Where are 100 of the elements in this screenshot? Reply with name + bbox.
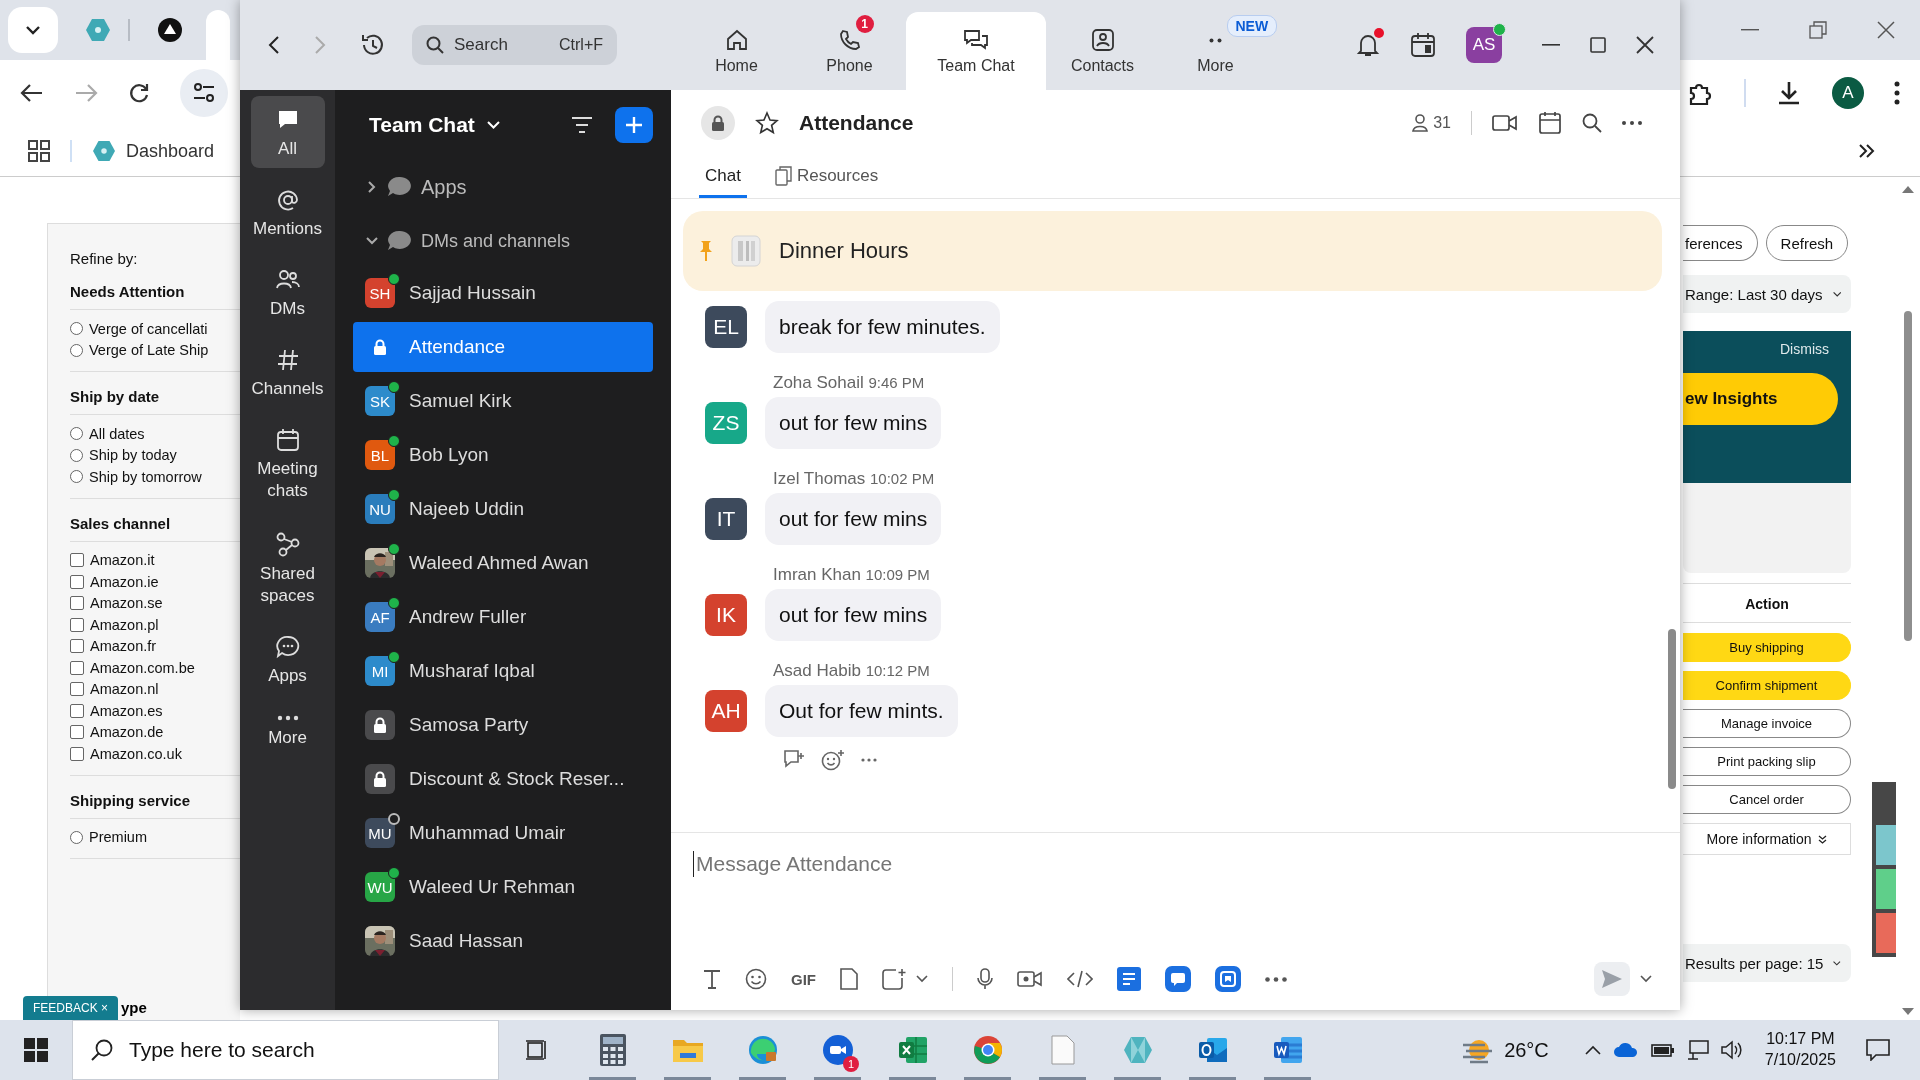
history-icon[interactable] bbox=[360, 32, 386, 58]
calculator-icon[interactable] bbox=[599, 1034, 626, 1066]
star-icon[interactable] bbox=[755, 111, 779, 135]
filter-option[interactable]: Amazon.co.uk bbox=[70, 743, 240, 765]
profile-avatar[interactable]: A bbox=[1832, 77, 1864, 109]
conversation-item[interactable]: SK Samuel Kirk bbox=[353, 376, 653, 426]
search-input[interactable]: Search bbox=[452, 34, 536, 56]
menu-icon[interactable] bbox=[1894, 81, 1900, 105]
results-per-page-dropdown[interactable]: Results per page: 15 bbox=[1683, 944, 1851, 982]
filter-option[interactable]: Amazon.ie bbox=[70, 571, 240, 593]
screenshot-icon[interactable] bbox=[882, 968, 906, 990]
action-button[interactable]: Confirm shipment bbox=[1683, 671, 1851, 700]
conversation-item[interactable]: MI Musharaf Iqbal bbox=[353, 646, 653, 696]
calendar-icon[interactable] bbox=[1538, 111, 1562, 135]
windows-start-icon[interactable] bbox=[24, 1038, 48, 1062]
filter-option[interactable]: Amazon.pl bbox=[70, 614, 240, 636]
file-icon[interactable] bbox=[840, 968, 858, 990]
conversation-item[interactable]: AF Andrew Fuller bbox=[353, 592, 653, 642]
action-button[interactable]: More information bbox=[1683, 823, 1851, 855]
site-settings-button[interactable] bbox=[180, 69, 228, 117]
caret-icon[interactable] bbox=[1640, 975, 1652, 983]
more-icon[interactable] bbox=[1622, 121, 1642, 125]
folder-icon[interactable] bbox=[671, 1037, 704, 1063]
conversation-item[interactable]: Discount & Stock Reser... bbox=[353, 754, 653, 804]
action-button[interactable]: Cancel order bbox=[1683, 785, 1851, 814]
apps-grid-icon[interactable] bbox=[28, 140, 50, 162]
cloud-icon[interactable] bbox=[1612, 1042, 1639, 1058]
notes-app-icon[interactable] bbox=[1117, 967, 1141, 991]
rail-item[interactable]: Meeting chats bbox=[250, 416, 325, 511]
conversation-item[interactable]: Saad Hassan bbox=[353, 916, 653, 966]
conversation-item[interactable]: WU Waleed Ur Rehman bbox=[353, 862, 653, 912]
rail-item[interactable]: DMs bbox=[250, 256, 325, 329]
filter-option[interactable]: Amazon.de bbox=[70, 721, 240, 743]
section-header[interactable]: DMs and channels bbox=[353, 214, 653, 268]
conversation-tab[interactable]: Resources bbox=[768, 156, 885, 198]
toolbar-button[interactable]: Refresh bbox=[1765, 225, 1849, 261]
filter-option[interactable]: Premium bbox=[70, 826, 240, 848]
new-chat-button[interactable] bbox=[615, 107, 653, 143]
conversation-item[interactable]: SH Sajjad Hussain bbox=[353, 268, 653, 318]
taskbar-search-field[interactable]: Type here to search bbox=[72, 1020, 499, 1080]
more-icon[interactable] bbox=[1265, 976, 1287, 982]
scrollbar-thumb[interactable] bbox=[1904, 311, 1912, 641]
conversation-item[interactable]: Samosa Party bbox=[353, 700, 653, 750]
back-icon[interactable] bbox=[20, 83, 44, 103]
bookmark-link[interactable]: Dashboard bbox=[92, 140, 215, 162]
filter-option[interactable]: Verge of Late Ship bbox=[70, 339, 240, 361]
notification-icon[interactable] bbox=[1866, 1039, 1890, 1061]
video-icon[interactable] bbox=[1492, 114, 1518, 132]
rail-item[interactable]: All bbox=[250, 96, 325, 169]
filter-option[interactable]: Amazon.com.be bbox=[70, 657, 240, 679]
action-button[interactable]: Print packing slip bbox=[1683, 747, 1851, 776]
members-button[interactable]: 31 bbox=[1412, 114, 1451, 132]
section-header[interactable]: Apps bbox=[353, 160, 653, 214]
minimize-button[interactable] bbox=[1542, 44, 1560, 46]
filter-option[interactable]: Amazon.es bbox=[70, 700, 240, 722]
date-range-dropdown[interactable]: Range: Last 30 days bbox=[1683, 275, 1851, 313]
insights-button[interactable]: ew Insights bbox=[1683, 373, 1838, 425]
filter-option[interactable]: Amazon.fr bbox=[70, 635, 240, 657]
maximize-button[interactable] bbox=[1590, 37, 1606, 53]
caret-icon[interactable] bbox=[916, 975, 928, 983]
more-icon[interactable] bbox=[861, 758, 877, 762]
scrollbar-thumb[interactable] bbox=[1668, 629, 1676, 789]
video-clip-icon[interactable] bbox=[1017, 970, 1043, 988]
battery-icon[interactable] bbox=[1650, 1042, 1675, 1058]
toolbar-button[interactable]: ferences bbox=[1683, 225, 1758, 261]
filter-icon[interactable] bbox=[571, 116, 593, 134]
conversation-item[interactable]: NU Najeeb Uddin bbox=[353, 484, 653, 534]
nav-tab[interactable]: Team Chat bbox=[906, 12, 1046, 90]
conversation-item[interactable]: BL Bob Lyon bbox=[353, 430, 653, 480]
rail-item[interactable]: More bbox=[250, 702, 325, 757]
nav-tab[interactable]: Contacts bbox=[1046, 12, 1159, 90]
rail-item[interactable]: Mentions bbox=[250, 176, 325, 249]
download-icon[interactable] bbox=[1776, 80, 1802, 106]
filter-option[interactable]: Amazon.nl bbox=[70, 678, 240, 700]
emoji-icon[interactable] bbox=[745, 968, 767, 990]
document-app-icon[interactable] bbox=[1272, 1036, 1303, 1064]
circle-logo-icon[interactable] bbox=[972, 1035, 1003, 1065]
filter-option[interactable]: Amazon.se bbox=[70, 592, 240, 614]
pinned-message[interactable]: Dinner Hours bbox=[683, 211, 1662, 291]
action-button[interactable]: Manage invoice bbox=[1683, 709, 1851, 738]
spreadsheet-icon[interactable] bbox=[897, 1036, 928, 1064]
filter-option[interactable]: Ship by today bbox=[70, 444, 240, 466]
scroll-down-icon[interactable] bbox=[1902, 1008, 1914, 1016]
conversation-tab[interactable]: Chat bbox=[699, 156, 747, 198]
add-reaction-icon[interactable] bbox=[821, 749, 845, 771]
bookmark-app-icon[interactable] bbox=[1215, 966, 1241, 992]
action-button[interactable]: Buy shipping bbox=[1683, 633, 1851, 662]
conversation-item[interactable]: Attendance bbox=[353, 322, 653, 372]
network-icon[interactable] bbox=[1686, 1040, 1709, 1060]
filter-option[interactable]: All dates bbox=[70, 423, 240, 445]
calendar-icon[interactable] bbox=[1410, 32, 1436, 58]
filter-option[interactable]: Ship by tomorrow bbox=[70, 466, 240, 488]
feedback-tab[interactable]: FEEDBACK × bbox=[23, 996, 119, 1020]
bell-icon[interactable] bbox=[1356, 32, 1380, 58]
dismiss-link[interactable]: Dismiss bbox=[1780, 341, 1829, 357]
code-icon[interactable] bbox=[1067, 970, 1093, 988]
rail-item[interactable]: Shared spaces bbox=[250, 518, 325, 615]
filter-option[interactable]: Amazon.it bbox=[70, 549, 240, 571]
filter-option[interactable]: Verge of cancellati bbox=[70, 318, 240, 340]
reload-icon[interactable] bbox=[128, 82, 150, 104]
